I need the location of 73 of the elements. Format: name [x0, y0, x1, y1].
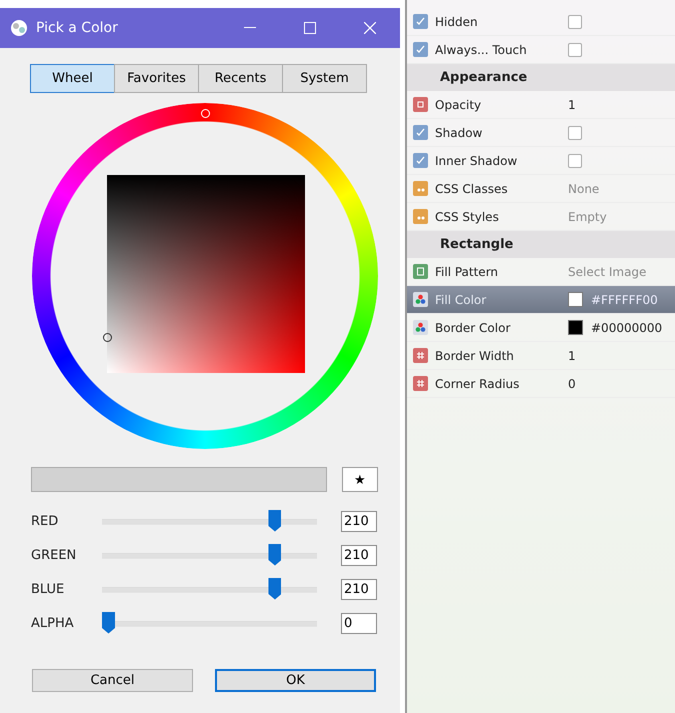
slider-thumb[interactable]	[268, 544, 282, 566]
property-row[interactable]: CSS Classes None	[407, 175, 675, 203]
ok-button[interactable]: OK	[215, 669, 376, 692]
value-field[interactable]: 210	[341, 545, 377, 566]
color-handle[interactable]	[103, 333, 112, 342]
app-icon	[10, 19, 28, 37]
tab[interactable]: Wheel	[30, 64, 115, 93]
property-row[interactable]: Border Color #00000000	[407, 314, 675, 342]
window-title: Pick a Color	[36, 20, 119, 36]
property-label: Opacity	[435, 98, 482, 112]
hash-icon	[413, 348, 428, 363]
property-label: Shadow	[435, 126, 484, 140]
property-value: #00000000	[591, 320, 662, 334]
slider-label: GREEN	[31, 548, 78, 563]
property-row[interactable]: Border Width 1	[407, 342, 675, 370]
quote-icon	[413, 181, 428, 196]
checkbox[interactable]	[568, 154, 582, 168]
property-value: 1	[568, 98, 576, 112]
property-value: 1	[568, 348, 576, 362]
checkbox-type-icon	[413, 153, 428, 168]
property-placeholder: None	[568, 182, 600, 196]
palette-icon	[413, 320, 428, 335]
slider-label: ALPHA	[31, 616, 75, 631]
property-label: Border Width	[435, 348, 515, 362]
value-field[interactable]: 210	[341, 511, 377, 532]
section-header: Appearance	[407, 64, 675, 91]
property-label: CSS Classes	[435, 182, 509, 196]
minimize-icon[interactable]	[244, 27, 256, 29]
close-icon[interactable]	[364, 22, 376, 34]
property-label: Fill Color	[435, 292, 488, 306]
checkbox-type-icon	[413, 125, 428, 140]
property-row[interactable]: Shadow	[407, 119, 675, 147]
property-label: Border Color	[435, 320, 512, 334]
checkbox[interactable]	[568, 42, 582, 56]
slider-label: BLUE	[31, 582, 66, 597]
property-row[interactable]: Hidden	[407, 8, 675, 36]
property-row[interactable]: Inner Shadow	[407, 147, 675, 175]
tab[interactable]: Recents	[198, 64, 283, 93]
favorite-button[interactable]: ★	[342, 467, 378, 492]
saturation-value-square[interactable]	[107, 175, 305, 373]
palette-icon	[413, 292, 428, 307]
property-label: Corner Radius	[435, 376, 520, 390]
property-value: 0	[568, 376, 576, 390]
slider-thumb[interactable]	[102, 612, 115, 634]
cancel-button[interactable]: Cancel	[32, 669, 193, 692]
hue-handle[interactable]	[201, 109, 210, 118]
file-icon	[413, 264, 428, 279]
property-placeholder: Empty	[568, 210, 607, 224]
value-field[interactable]: 0	[341, 613, 377, 634]
slider-label: RED	[31, 514, 60, 529]
tab[interactable]: Favorites	[114, 64, 199, 93]
property-label: Hidden	[435, 14, 479, 28]
checkbox[interactable]	[568, 14, 582, 28]
quote-icon	[413, 209, 428, 224]
property-label: Always... Touch	[435, 42, 528, 56]
property-label: Inner Shadow	[435, 154, 518, 168]
property-row[interactable]: Corner Radius 0	[407, 370, 675, 398]
property-placeholder: Select Image	[568, 264, 646, 278]
tab[interactable]: System	[282, 64, 367, 93]
property-label: Fill Pattern	[435, 264, 500, 278]
section-header: Rectangle	[407, 231, 675, 258]
checkbox[interactable]	[568, 126, 582, 140]
property-value: #FFFFFF00	[591, 292, 658, 306]
maximize-icon[interactable]	[304, 22, 316, 34]
value-field[interactable]: 210	[341, 579, 377, 600]
checkbox-type-icon	[413, 42, 428, 57]
property-row[interactable]: Opacity 1	[407, 91, 675, 119]
slider-thumb[interactable]	[268, 510, 282, 532]
hash-icon	[413, 376, 428, 391]
checkbox-type-icon	[413, 14, 428, 29]
property-label: CSS Styles	[435, 210, 500, 224]
number-icon	[413, 97, 428, 112]
slider-thumb[interactable]	[268, 578, 282, 600]
